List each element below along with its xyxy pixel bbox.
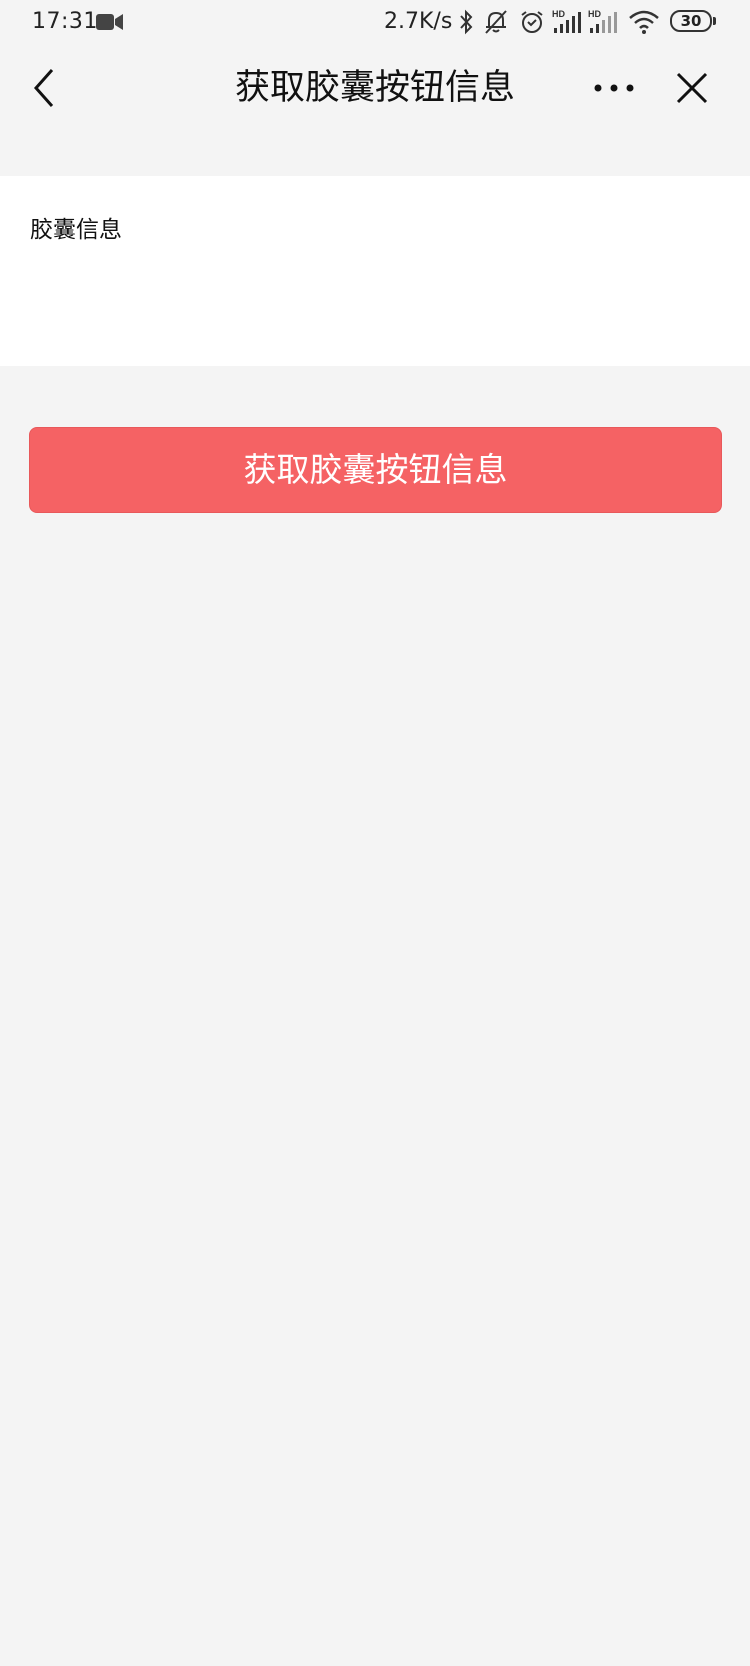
network-speed: 2.7K/s xyxy=(384,9,453,34)
status-bar: 17:31 2.7K/s HD HD 30 xyxy=(0,0,750,44)
get-capsule-info-button[interactable]: 获取胶囊按钮信息 xyxy=(29,427,722,513)
svg-text:HD: HD xyxy=(588,9,601,19)
battery-nub xyxy=(713,17,716,25)
bluetooth-icon xyxy=(460,9,473,35)
battery-level: 30 xyxy=(680,12,702,30)
status-time: 17:31 xyxy=(32,9,98,34)
video-camera-icon xyxy=(96,14,123,30)
mute-bell-icon xyxy=(485,10,507,34)
capsule-info-label: 胶囊信息 xyxy=(30,217,122,243)
capsule-info-panel: 胶囊信息 xyxy=(0,176,750,366)
close-icon[interactable] xyxy=(670,68,714,108)
page-title: 获取胶囊按钮信息 xyxy=(234,68,515,108)
wifi-icon xyxy=(629,10,659,34)
more-dots-icon[interactable] xyxy=(590,72,638,104)
svg-text:HD: HD xyxy=(552,9,565,19)
signal-hd-icon: HD xyxy=(588,9,617,33)
alarm-clock-icon xyxy=(521,11,543,33)
nav-bar: 获取胶囊按钮信息 xyxy=(0,44,750,176)
chevron-left-icon[interactable] xyxy=(22,64,66,112)
battery-icon: 30 xyxy=(670,10,716,32)
signal-hd-icon: HD xyxy=(552,9,581,33)
